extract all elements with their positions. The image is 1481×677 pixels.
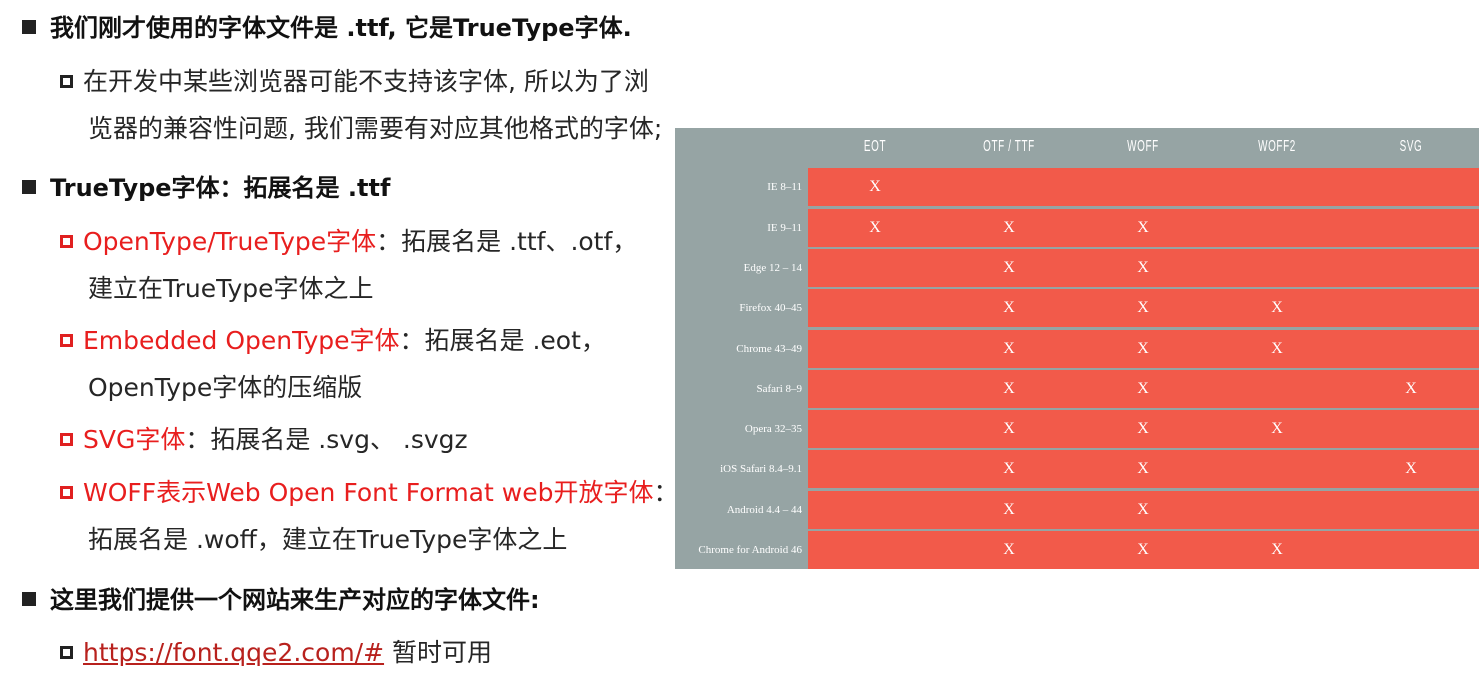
table-row: Edge 12 – 14 X X xyxy=(675,249,1479,287)
support-mark: X xyxy=(869,178,881,195)
column-header: EOT xyxy=(863,138,887,155)
hollow-square-bullet-icon xyxy=(60,486,73,499)
support-mark: X xyxy=(1003,541,1015,558)
table-row: Chrome 43–49 X X X xyxy=(675,330,1479,368)
bullet-truetype-ext: TrueType字体：拓展名是 .ttf xyxy=(22,176,390,200)
support-mark: X xyxy=(1137,460,1149,477)
support-cells: XXX xyxy=(808,370,1479,408)
support-cells: XX xyxy=(808,249,1479,287)
support-mark: X xyxy=(1003,219,1015,236)
table-header-row: EOT OTF / TTF WOFF WOFF2 SVG xyxy=(675,128,1479,166)
bullet-text: 我们刚才使用的字体文件是 .ttf, 它是TrueType字体. xyxy=(50,14,632,42)
support-mark: X xyxy=(1137,420,1149,437)
hollow-square-bullet-icon xyxy=(60,334,73,347)
table-row: Android 4.4 – 44 X X xyxy=(675,491,1479,529)
browser-label: IE 9–11 xyxy=(675,209,808,247)
bullet-text: 这里我们提供一个网站来生产对应的字体文件: xyxy=(50,586,540,614)
table-row: Chrome for Android 46 X X X xyxy=(675,531,1479,569)
browser-label: Opera 32–35 xyxy=(675,410,808,448)
support-mark: X xyxy=(1271,420,1283,437)
column-header: WOFF2 xyxy=(1258,138,1296,155)
table-row: IE 8–11 X xyxy=(675,168,1479,206)
filled-square-bullet-icon xyxy=(22,180,36,194)
browser-label: Firefox 40–45 xyxy=(675,289,808,327)
support-cells: XX xyxy=(808,491,1479,529)
support-cells: XXX xyxy=(808,209,1479,247)
table-row: Safari 8–9 X X X xyxy=(675,370,1479,408)
hollow-square-bullet-icon xyxy=(60,646,73,659)
sub-bullet-compat-continuation: 览器的兼容性问题, 我们需要有对应其他格式的字体; xyxy=(88,114,663,143)
column-header: WOFF xyxy=(1127,138,1159,155)
support-mark: X xyxy=(1003,299,1015,316)
support-cells: XXX xyxy=(808,330,1479,368)
format-name: Embedded OpenType字体 xyxy=(83,326,400,355)
sub-bullet-compat: 在开发中某些浏览器可能不支持该字体, 所以为了浏 xyxy=(60,69,649,94)
support-cells: XXX xyxy=(808,450,1479,488)
format-description: ：拓展名是 .eot， xyxy=(399,326,606,355)
support-mark: X xyxy=(1137,219,1149,236)
support-mark: X xyxy=(1271,541,1283,558)
support-mark: X xyxy=(1137,380,1149,397)
column-header: SVG xyxy=(1399,138,1423,155)
support-mark: X xyxy=(1137,541,1149,558)
browser-label: Edge 12 – 14 xyxy=(675,249,808,287)
support-mark: X xyxy=(1271,299,1283,316)
sub-bullet-font-link: https://font.qqe2.com/# 暂时可用 xyxy=(60,640,492,665)
sub-bullet-svg: SVG字体：拓展名是 .svg、 .svgz xyxy=(60,427,468,452)
support-mark: X xyxy=(1003,259,1015,276)
font-site-link[interactable]: https://font.qqe2.com/# xyxy=(83,638,384,667)
format-description: ：拓展名是 .svg、 .svgz xyxy=(185,425,468,454)
support-mark: X xyxy=(1137,259,1149,276)
support-mark: X xyxy=(1271,340,1283,357)
hollow-square-bullet-icon xyxy=(60,433,73,446)
browser-label: Android 4.4 – 44 xyxy=(675,491,808,529)
link-note: 暂时可用 xyxy=(384,638,492,667)
support-cells: XXX xyxy=(808,531,1479,569)
browser-label: Chrome for Android 46 xyxy=(675,531,808,569)
sub-bullet-text: 在开发中某些浏览器可能不支持该字体, 所以为了浏 xyxy=(83,67,649,96)
table-row: iOS Safari 8.4–9.1 X X X xyxy=(675,450,1479,488)
support-mark: X xyxy=(1137,501,1149,518)
support-mark: X xyxy=(1003,501,1015,518)
bullet-text: TrueType字体：拓展名是 .ttf xyxy=(50,174,391,202)
filled-square-bullet-icon xyxy=(22,20,36,34)
support-mark: X xyxy=(1405,460,1417,477)
browser-label: iOS Safari 8.4–9.1 xyxy=(675,450,808,488)
column-header: OTF / TTF xyxy=(983,138,1035,155)
format-name: OpenType/TrueType字体 xyxy=(83,227,377,256)
hollow-square-bullet-icon xyxy=(60,235,73,248)
format-description: ：拓展名是 .ttf、.otf， xyxy=(376,227,638,256)
support-cells: X xyxy=(808,168,1479,206)
sub-bullet-woff: WOFF表示Web Open Font Format web开放字体： xyxy=(60,480,678,505)
filled-square-bullet-icon xyxy=(22,592,36,606)
bullet-truetype-intro: 我们刚才使用的字体文件是 .ttf, 它是TrueType字体. xyxy=(22,16,632,40)
browser-label: Chrome 43–49 xyxy=(675,330,808,368)
support-mark: X xyxy=(1003,420,1015,437)
format-name: SVG字体 xyxy=(83,425,186,454)
support-cells: XXX xyxy=(808,410,1479,448)
support-mark: X xyxy=(1003,340,1015,357)
sub-bullet-woff-continuation: 拓展名是 .woff，建立在TrueType字体之上 xyxy=(88,525,568,554)
sub-bullet-opentype: OpenType/TrueType字体：拓展名是 .ttf、.otf， xyxy=(60,229,637,254)
format-name: WOFF表示Web Open Font Format web开放字体 xyxy=(83,478,654,507)
table-row: Firefox 40–45 X X X xyxy=(675,289,1479,327)
support-mark: X xyxy=(1405,380,1417,397)
support-mark: X xyxy=(1137,299,1149,316)
support-mark: X xyxy=(869,219,881,236)
table-row: IE 9–11 X X X xyxy=(675,209,1479,247)
sub-bullet-opentype-continuation: 建立在TrueType字体之上 xyxy=(88,274,374,303)
sub-bullet-eot-continuation: OpenType字体的压缩版 xyxy=(88,373,363,402)
support-cells: XXX xyxy=(808,289,1479,327)
support-mark: X xyxy=(1003,460,1015,477)
sub-bullet-eot: Embedded OpenType字体：拓展名是 .eot， xyxy=(60,328,606,353)
support-mark: X xyxy=(1003,380,1015,397)
table-row: Opera 32–35 X X X xyxy=(675,410,1479,448)
bullet-font-site: 这里我们提供一个网站来生产对应的字体文件: xyxy=(22,588,540,612)
font-format-compat-table: EOT OTF / TTF WOFF WOFF2 SVG IE 8–11 X IE 9–11… xyxy=(675,128,1479,569)
browser-label: Safari 8–9 xyxy=(675,370,808,408)
browser-label: IE 8–11 xyxy=(675,168,808,206)
support-mark: X xyxy=(1137,340,1149,357)
hollow-square-bullet-icon xyxy=(60,75,73,88)
